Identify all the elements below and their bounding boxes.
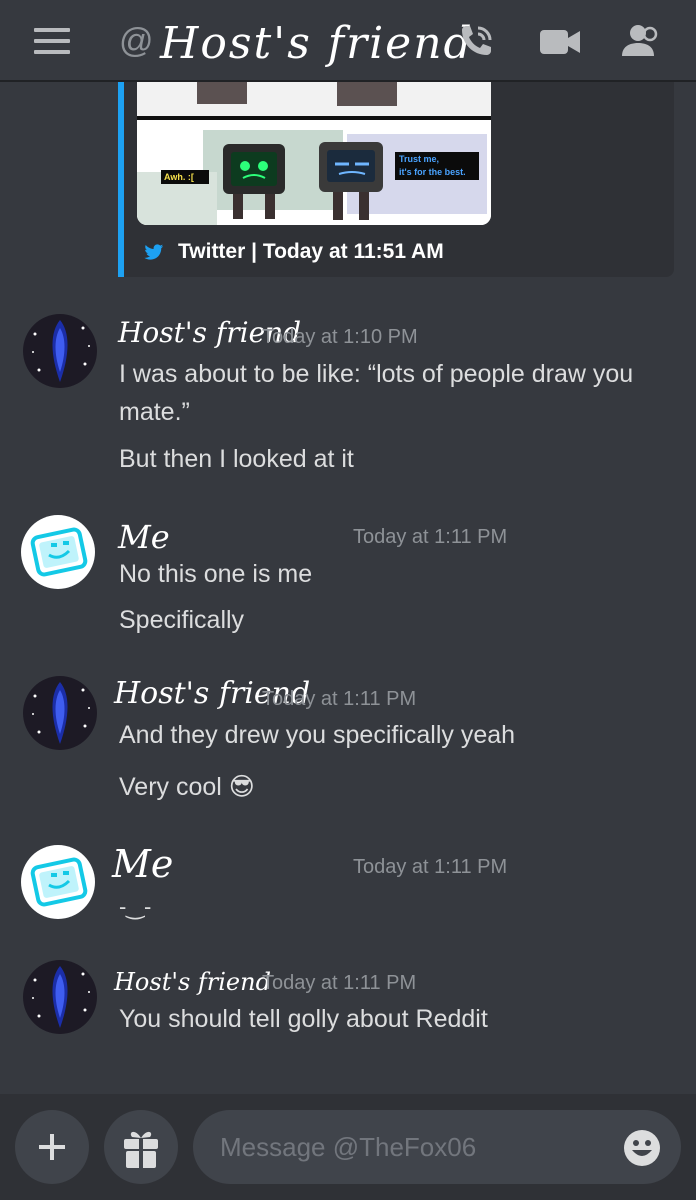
- message-timestamp: Today at 1:11 PM: [262, 688, 417, 710]
- composer-bar: [0, 1094, 696, 1200]
- plus-icon[interactable]: [15, 1110, 89, 1184]
- embed-comic-image[interactable]: Awh. :[ Trust me, it's for the best.: [137, 82, 491, 225]
- avatar-me[interactable]: [21, 845, 95, 919]
- embed-footer-text: Twitter | Today at 11:51 AM: [178, 240, 444, 263]
- channel-title: Host's friend: [160, 18, 474, 69]
- message-timestamp: Today at 1:11 PM: [353, 526, 508, 548]
- message-timestamp: Today at 1:11 PM: [353, 856, 508, 878]
- members-icon[interactable]: [618, 22, 662, 62]
- video-camera-icon[interactable]: [538, 22, 582, 62]
- message-text: No this one is me: [119, 560, 313, 588]
- emoji-smile-icon[interactable]: [622, 1128, 662, 1168]
- avatar-hosts-friend[interactable]: [23, 960, 97, 1034]
- message-author[interactable]: Host's friend: [114, 968, 271, 996]
- avatar-hosts-friend[interactable]: [23, 676, 97, 750]
- avatar-me[interactable]: [21, 515, 95, 589]
- message-text: Very cool 😎: [119, 773, 255, 801]
- embed-caption-right-1: Trust me,: [399, 154, 440, 164]
- message-text: And they drew you specifically yeah: [119, 721, 516, 749]
- message-timestamp: Today at 1:11 PM: [262, 972, 417, 994]
- message-text: You should tell golly about Reddit: [119, 1005, 488, 1033]
- embed-caption-right-2: it's for the best.: [399, 167, 466, 177]
- embed-footer: Twitter | Today at 11:51 AM: [144, 240, 444, 264]
- message-text: Specifically: [119, 606, 245, 634]
- hamburger-menu-icon[interactable]: [34, 28, 70, 54]
- embed-caption-left: Awh. :[: [164, 172, 194, 182]
- twitter-bird-icon: [144, 244, 164, 260]
- avatar-hosts-friend[interactable]: [23, 314, 97, 388]
- chat-header: @ Host's friend: [0, 0, 696, 82]
- message-input[interactable]: [193, 1110, 681, 1184]
- message-author[interactable]: Me: [112, 842, 173, 886]
- message-timestamp: Today at 1:10 PM: [262, 326, 418, 348]
- phone-call-icon[interactable]: [456, 22, 500, 62]
- message-text: -‿-: [119, 894, 152, 919]
- at-icon: @: [119, 22, 154, 60]
- message-author[interactable]: Me: [118, 518, 170, 556]
- message-text: I was about to be like: “lots of people …: [119, 360, 634, 426]
- gift-icon[interactable]: [104, 1110, 178, 1184]
- message-text: But then I looked at it: [119, 445, 354, 473]
- twitter-embed[interactable]: Awh. :[ Trust me, it's for the best. Twi…: [118, 82, 674, 277]
